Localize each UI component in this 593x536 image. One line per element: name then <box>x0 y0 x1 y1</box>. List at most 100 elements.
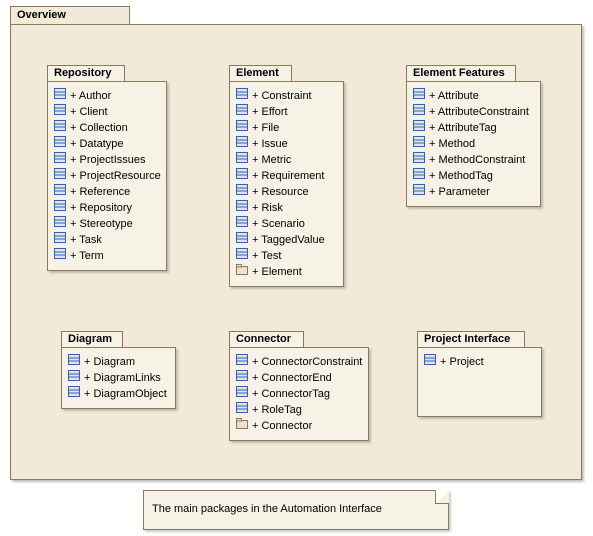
package-item-label: + Parameter <box>429 185 490 200</box>
package-item-label: + DiagramObject <box>84 387 167 402</box>
package-item: + Test <box>234 248 339 264</box>
class-icon <box>236 88 248 104</box>
package-item: + ConnectorConstraint <box>234 354 364 370</box>
class-icon <box>236 120 248 136</box>
package-item-label: + Scenario <box>252 217 305 232</box>
class-icon <box>424 354 436 370</box>
package-icon <box>236 264 248 280</box>
class-icon <box>413 104 425 120</box>
package-item-label: + Attribute <box>429 89 479 104</box>
class-icon <box>236 232 248 248</box>
package-item-label: + Task <box>70 233 102 248</box>
package-item-label: + Issue <box>252 137 288 152</box>
package-item: + File <box>234 120 339 136</box>
package-item-label: + ConnectorTag <box>252 387 330 402</box>
class-icon <box>236 354 248 370</box>
class-icon <box>236 402 248 418</box>
class-icon <box>413 136 425 152</box>
package-item: + Issue <box>234 136 339 152</box>
package-item: + Method <box>411 136 536 152</box>
note-text: The main packages in the Automation Inte… <box>152 503 382 515</box>
package-item-label: + Client <box>70 105 108 120</box>
package-item-label: + Element <box>252 265 302 280</box>
class-icon <box>68 386 80 402</box>
note: The main packages in the Automation Inte… <box>143 490 449 530</box>
class-icon <box>236 152 248 168</box>
package-item-label: + Test <box>252 249 281 264</box>
package-item-label: + ProjectIssues <box>70 153 146 168</box>
package-icon <box>236 418 248 434</box>
package-item: + RoleTag <box>234 402 364 418</box>
class-icon <box>413 184 425 200</box>
package-body: + Diagram+ DiagramLinks+ DiagramObject <box>61 347 176 409</box>
package-item-label: + Requirement <box>252 169 324 184</box>
package-item: + Connector <box>234 418 364 434</box>
package-item: + Project <box>422 354 537 370</box>
class-icon <box>413 120 425 136</box>
package-tab: Element <box>229 65 292 81</box>
package-item-label: + ProjectResource <box>70 169 161 184</box>
package-tab: Project Interface <box>417 331 525 347</box>
class-icon <box>236 386 248 402</box>
package-item: + Resource <box>234 184 339 200</box>
package-item-label: + Constraint <box>252 89 312 104</box>
package-title: Project Interface <box>424 333 510 345</box>
package-item: + DiagramObject <box>66 386 171 402</box>
package-item: + Parameter <box>411 184 536 200</box>
package-item: + Reference <box>52 184 162 200</box>
package-item-label: + Connector <box>252 419 312 434</box>
package-item-label: + Resource <box>252 185 309 200</box>
class-icon <box>68 354 80 370</box>
class-icon <box>54 152 66 168</box>
package-item: + Metric <box>234 152 339 168</box>
class-icon <box>54 184 66 200</box>
class-icon <box>236 200 248 216</box>
class-icon <box>236 184 248 200</box>
package-item-label: + Stereotype <box>70 217 133 232</box>
package-item-label: + Metric <box>252 153 291 168</box>
package-tab: Repository <box>47 65 125 81</box>
class-icon <box>236 216 248 232</box>
note-fold-icon <box>435 490 449 504</box>
package-body: + Constraint+ Effort+ File+ Issue+ Metri… <box>229 81 344 287</box>
package-item: + AttributeConstraint <box>411 104 536 120</box>
package-item: + AttributeTag <box>411 120 536 136</box>
class-icon <box>54 104 66 120</box>
package-item-label: + ConnectorConstraint <box>252 355 362 370</box>
package-title: Diagram <box>68 333 112 345</box>
class-icon <box>54 88 66 104</box>
package-item: + Scenario <box>234 216 339 232</box>
class-icon <box>236 248 248 264</box>
package-item: + Datatype <box>52 136 162 152</box>
class-icon <box>236 168 248 184</box>
package-item: + Effort <box>234 104 339 120</box>
class-icon <box>54 136 66 152</box>
overview-body: Repository + Author+ Client+ Collection+… <box>10 24 582 480</box>
package-item-label: + Repository <box>70 201 132 216</box>
package-item-label: + Risk <box>252 201 283 216</box>
class-icon <box>54 216 66 232</box>
package-item: + Term <box>52 248 162 264</box>
package-title: Element <box>236 67 279 79</box>
class-icon <box>54 248 66 264</box>
class-icon <box>236 104 248 120</box>
class-icon <box>236 136 248 152</box>
package-item-label: + Project <box>440 355 484 370</box>
package-item: + Author <box>52 88 162 104</box>
package-item-label: + Author <box>70 89 111 104</box>
class-icon <box>54 168 66 184</box>
package-item-label: + File <box>252 121 279 136</box>
class-icon <box>54 120 66 136</box>
package-item-label: + MethodTag <box>429 169 493 184</box>
package-item-label: + AttributeConstraint <box>429 105 529 120</box>
package-body: + Project <box>417 347 542 417</box>
package-item-label: + MethodConstraint <box>429 153 525 168</box>
package-item-label: + TaggedValue <box>252 233 325 248</box>
package-body: + Attribute+ AttributeConstraint+ Attrib… <box>406 81 541 207</box>
package-item-label: + Collection <box>70 121 128 136</box>
package-title: Repository <box>54 67 111 79</box>
package-item: + Requirement <box>234 168 339 184</box>
class-icon <box>236 370 248 386</box>
class-icon <box>413 168 425 184</box>
package-item: + MethodConstraint <box>411 152 536 168</box>
